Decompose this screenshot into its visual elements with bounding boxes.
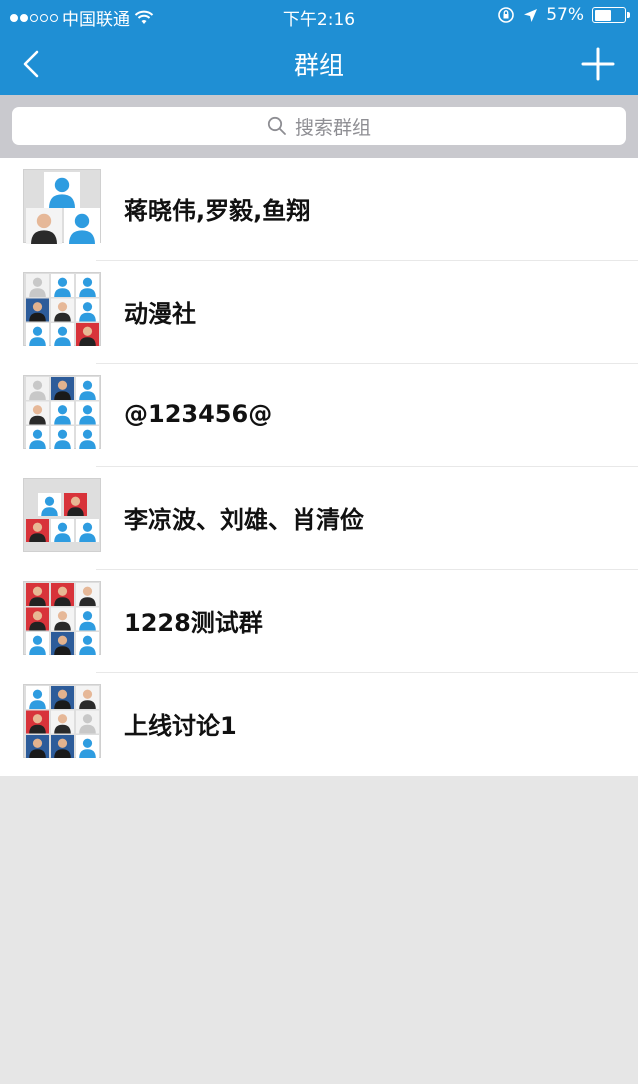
navigation-bar: 群组 (0, 32, 638, 95)
group-avatar (23, 375, 101, 449)
group-avatar-image (26, 172, 100, 244)
group-name: 李凉波、刘雄、肖清俭 (124, 505, 364, 534)
page-title: 群组 (293, 51, 344, 80)
group-name: 上线讨论1 (124, 711, 237, 740)
group-list-item[interactable]: 1228测试群 (0, 570, 638, 673)
status-right: 57% (497, 5, 630, 25)
group-name: 动漫社 (124, 299, 196, 328)
search-input[interactable]: 搜索群组 (12, 107, 626, 145)
group-avatar-image (26, 274, 99, 346)
group-name: @123456@ (124, 400, 273, 428)
group-list-item[interactable]: 动漫社 (0, 261, 638, 364)
group-avatar (23, 272, 101, 346)
group-avatar (23, 581, 101, 655)
group-list-item[interactable]: 上线讨论1 (0, 673, 638, 776)
location-arrow-icon (524, 8, 538, 22)
orientation-lock-icon (498, 7, 515, 23)
group-list: 蒋晓伟,罗毅,鱼翔 动漫社 @123456@ 李凉波、刘雄、肖清俭 1228测试群 上线讨… (0, 158, 638, 776)
battery-icon (592, 7, 630, 23)
plus-icon (581, 47, 615, 81)
search-placeholder: 搜索群组 (294, 116, 371, 139)
group-name: 蒋晓伟,罗毅,鱼翔 (124, 196, 311, 225)
group-avatar-image (26, 493, 99, 542)
group-avatar (23, 169, 101, 244)
group-avatar-image (26, 583, 99, 655)
group-avatar (23, 684, 101, 758)
battery-percent: 57% (546, 5, 584, 25)
group-list-item[interactable]: @123456@ (0, 364, 638, 467)
status-bar: 中国联通 下午2:16 57% (0, 0, 638, 32)
search-bar: 搜索群组 (0, 95, 638, 158)
group-list-item[interactable]: 蒋晓伟,罗毅,鱼翔 (0, 158, 638, 261)
search-icon (267, 116, 286, 135)
group-avatar-image (26, 686, 99, 758)
add-group-button[interactable] (576, 42, 620, 86)
group-avatar-image (26, 377, 99, 449)
group-name: 1228测试群 (124, 608, 263, 637)
group-list-item[interactable]: 李凉波、刘雄、肖清俭 (0, 467, 638, 570)
group-avatar (23, 478, 101, 552)
